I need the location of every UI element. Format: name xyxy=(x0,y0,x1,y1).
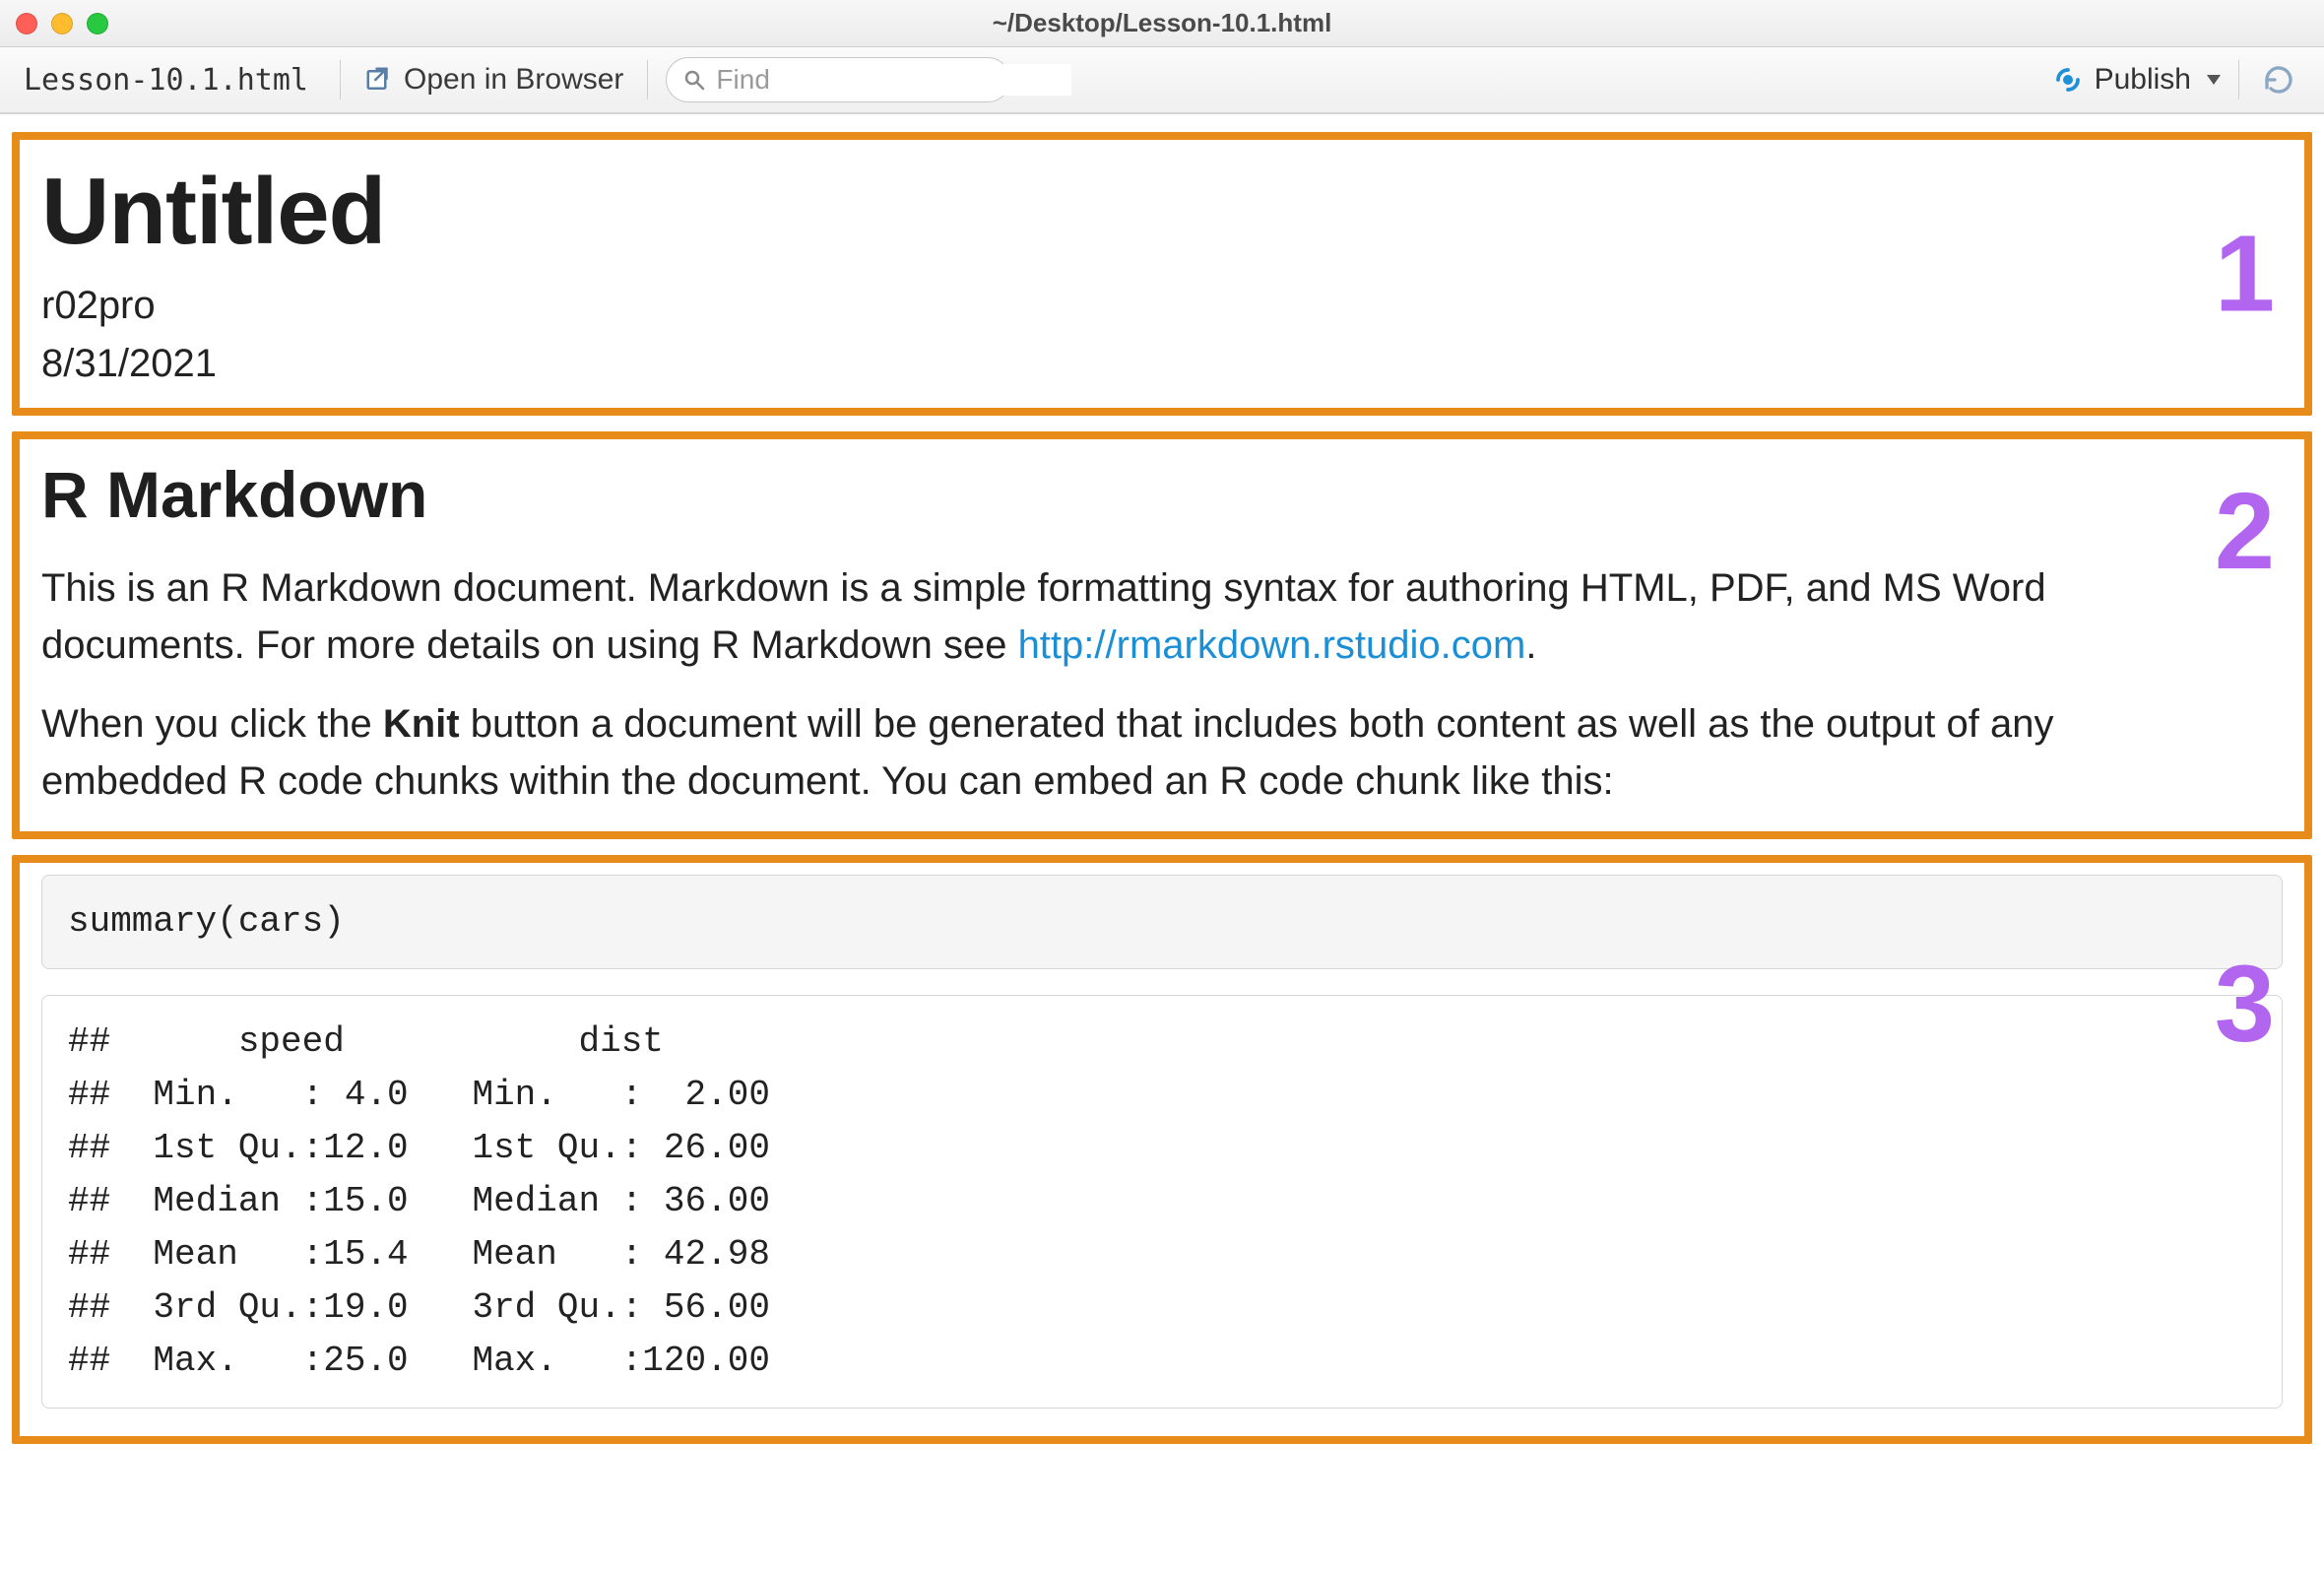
find-box[interactable] xyxy=(666,57,1010,102)
publish-label: Publish xyxy=(2095,63,2191,97)
annotation-number-2: 2 xyxy=(2215,469,2275,594)
paragraph-text: When you click the xyxy=(41,702,383,746)
code-output-block: ## speed dist ## Min. : 4.0 Min. : 2.00 … xyxy=(41,995,2283,1409)
document-preview: 1 Untitled r02pro 8/31/2021 2 R Markdown… xyxy=(0,114,2324,1444)
window-controls xyxy=(16,13,108,34)
annotation-number-1: 1 xyxy=(2215,212,2275,337)
document-title: Untitled xyxy=(41,158,2283,266)
knit-bold: Knit xyxy=(383,702,460,746)
code-input-block: summary(cars) xyxy=(41,875,2283,969)
annotation-box-1: 1 Untitled r02pro 8/31/2021 xyxy=(12,132,2312,416)
publish-icon xyxy=(2053,65,2083,95)
open-in-browser-icon xyxy=(364,65,394,95)
chevron-down-icon xyxy=(2207,75,2221,85)
annotation-box-2: 2 R Markdown This is an R Markdown docum… xyxy=(12,431,2312,839)
section-paragraph-1: This is an R Markdown document. Markdown… xyxy=(41,559,2237,674)
window-titlebar: ~/Desktop/Lesson-10.1.html xyxy=(0,0,2324,47)
window-title: ~/Desktop/Lesson-10.1.html xyxy=(0,8,2324,38)
viewer-toolbar: Lesson-10.1.html Open in Browser xyxy=(0,47,2324,114)
paragraph-text: . xyxy=(1525,623,1536,667)
rmarkdown-link[interactable]: http://rmarkdown.rstudio.com xyxy=(1018,623,1526,667)
annotation-box-3: 3 summary(cars) ## speed dist ## Min. : … xyxy=(12,855,2312,1444)
document-author: r02pro xyxy=(41,284,2283,328)
refresh-button[interactable] xyxy=(2257,60,2300,99)
separator xyxy=(647,60,648,99)
refresh-icon xyxy=(2263,64,2294,96)
publish-button[interactable]: Publish xyxy=(2053,63,2221,97)
separator xyxy=(2238,60,2239,99)
minimize-window-button[interactable] xyxy=(51,13,73,34)
section-paragraph-2: When you click the Knit button a documen… xyxy=(41,695,2237,810)
open-in-browser-label: Open in Browser xyxy=(404,63,623,97)
find-input[interactable] xyxy=(716,64,1071,96)
file-name-label: Lesson-10.1.html xyxy=(24,63,322,98)
search-icon xyxy=(682,68,706,92)
maximize-window-button[interactable] xyxy=(87,13,108,34)
separator xyxy=(340,60,341,99)
close-window-button[interactable] xyxy=(16,13,37,34)
annotation-number-3: 3 xyxy=(2215,942,2275,1067)
document-date: 8/31/2021 xyxy=(41,342,2283,386)
section-heading: R Markdown xyxy=(41,457,2283,532)
open-in-browser-button[interactable]: Open in Browser xyxy=(358,59,629,100)
